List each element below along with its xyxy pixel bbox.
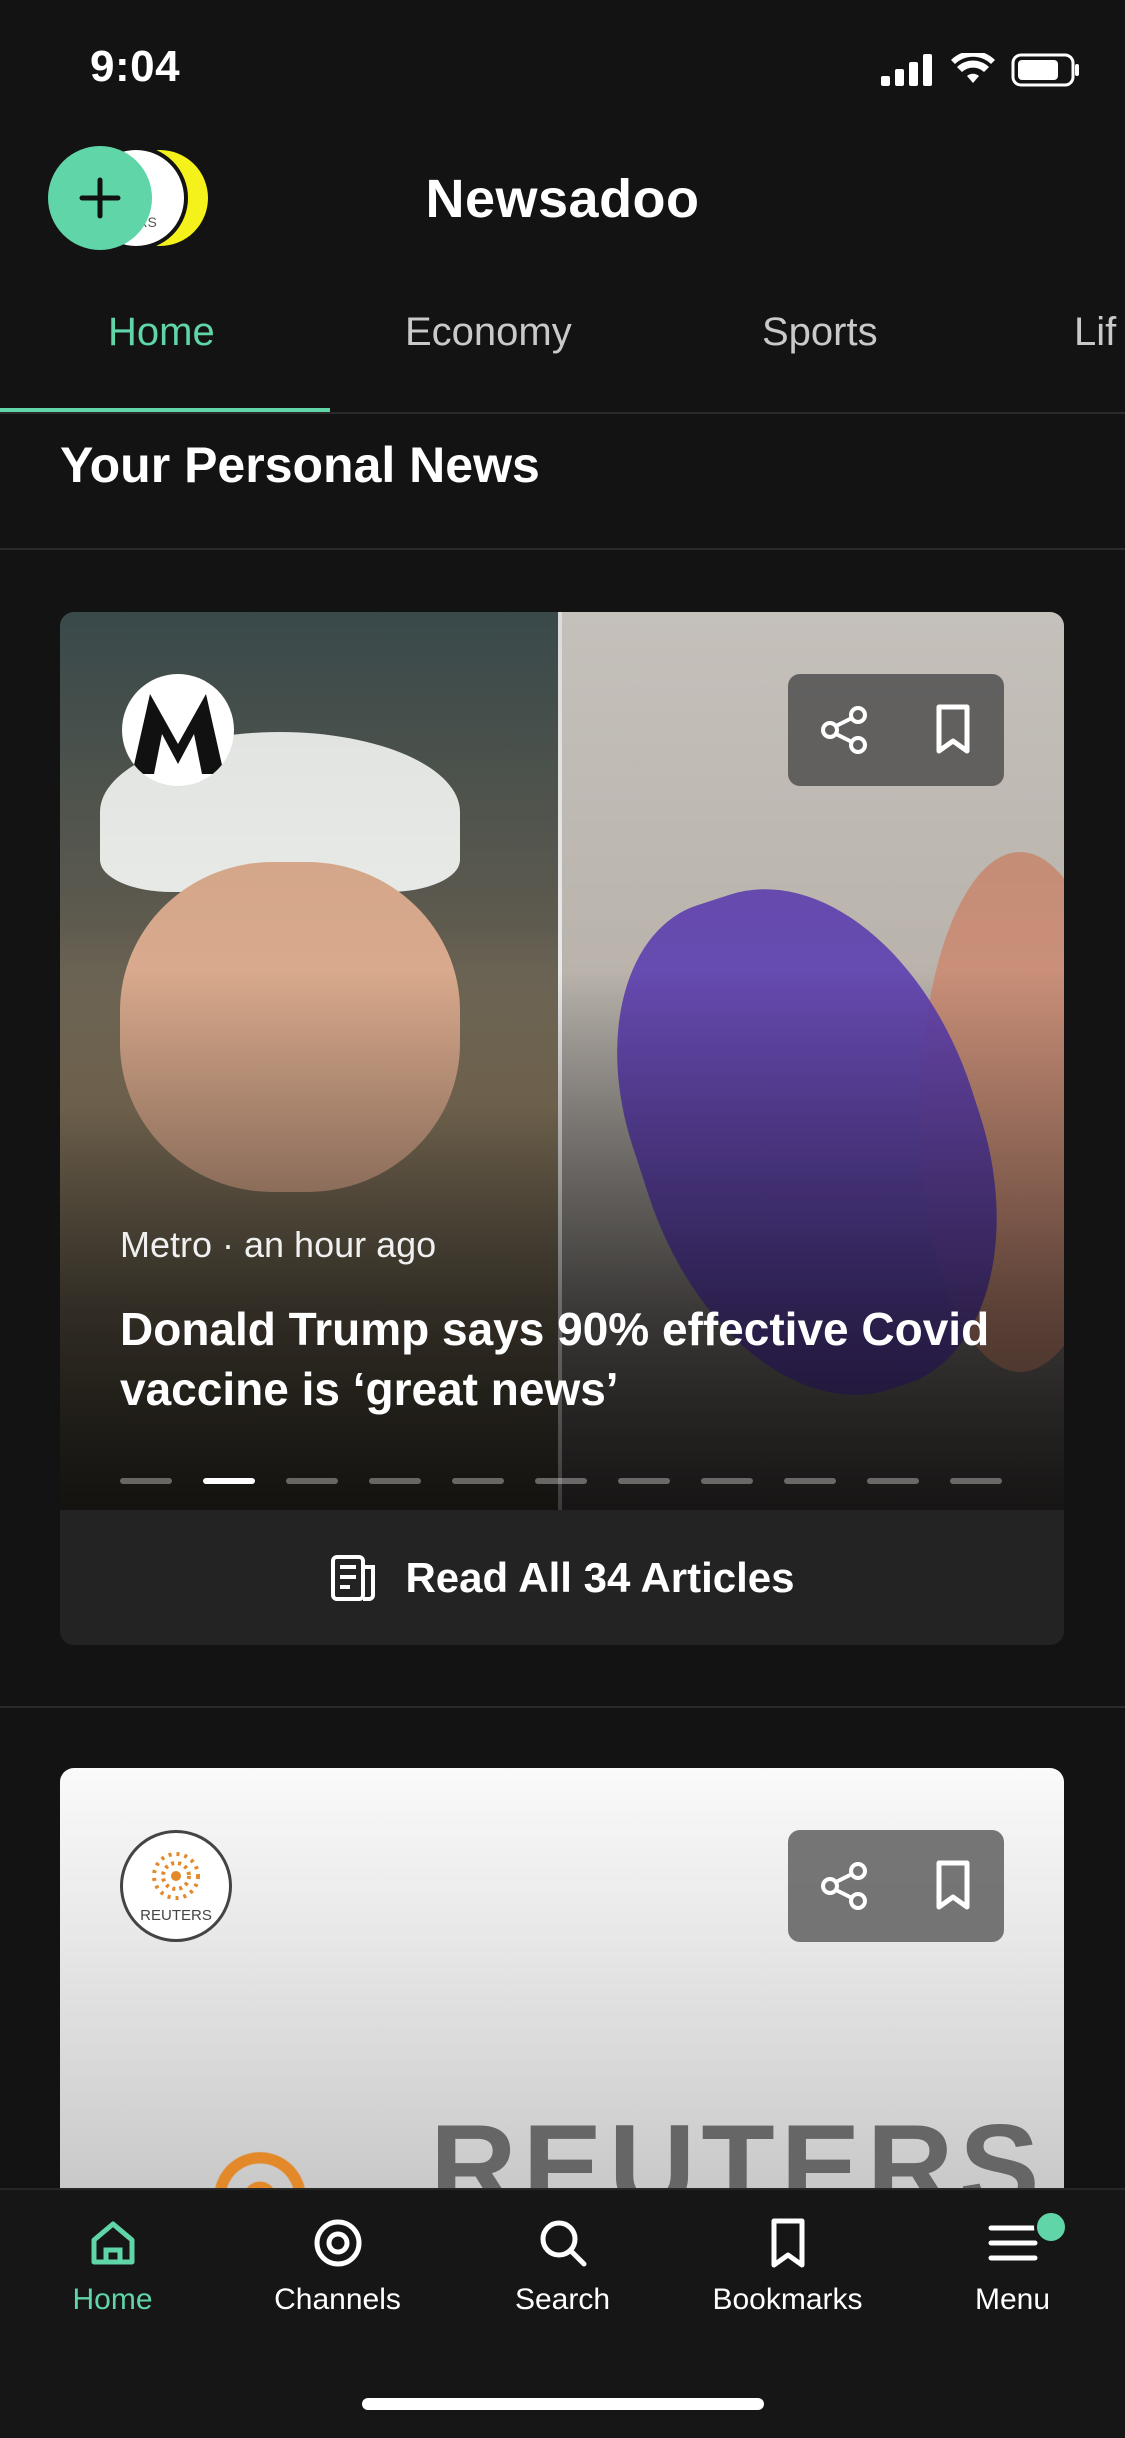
tab-economy[interactable]: Economy xyxy=(405,310,572,355)
nav-search[interactable]: Search xyxy=(450,2216,675,2317)
menu-icon xyxy=(988,2225,1037,2261)
carousel-dot-active[interactable] xyxy=(203,1478,255,1484)
read-all-label: Read All 34 Articles xyxy=(405,1553,795,1601)
carousel-dot[interactable] xyxy=(120,1478,172,1484)
carousel-dot[interactable] xyxy=(286,1478,338,1484)
card-divider xyxy=(0,1706,1125,1708)
signal-icon xyxy=(881,54,932,86)
article-headline[interactable]: Donald Trump says 90% effective Covid va… xyxy=(120,1300,1020,1420)
carousel-dot[interactable] xyxy=(701,1478,753,1484)
bookmark-icon[interactable] xyxy=(931,1859,975,1913)
carousel-dot[interactable] xyxy=(867,1478,919,1484)
search-icon xyxy=(540,2220,586,2267)
reuters-dots-icon xyxy=(152,1851,200,1900)
carousel-dot[interactable] xyxy=(618,1478,670,1484)
tab-home[interactable]: Home xyxy=(108,310,215,355)
nav-channels[interactable]: Channels xyxy=(225,2216,450,2317)
battery-icon xyxy=(1011,53,1079,87)
news-card[interactable]: REUTERS REUTERS xyxy=(60,1768,1064,2188)
card-actions xyxy=(788,674,1004,786)
metro-logo[interactable] xyxy=(122,674,234,786)
reuters-banner-text: REUTERS xyxy=(430,2100,1046,2188)
nav-home[interactable]: Home xyxy=(0,2216,225,2317)
channels-icon xyxy=(314,2219,361,2267)
home-indicator xyxy=(362,2398,764,2410)
tab-lifestyle[interactable]: Lif xyxy=(1074,310,1116,355)
carousel-dot[interactable] xyxy=(369,1478,421,1484)
nav-menu[interactable]: Menu xyxy=(900,2210,1125,2317)
status-time: 9:04 xyxy=(90,42,181,91)
nav-bookmarks[interactable]: Bookmarks xyxy=(675,2216,900,2317)
reuters-logo[interactable]: REUTERS xyxy=(120,1830,232,1942)
article-meta: Metro · an hour ago xyxy=(120,1224,437,1265)
status-icons xyxy=(881,50,1081,90)
bookmark-icon[interactable] xyxy=(931,703,975,757)
tab-sports[interactable]: Sports xyxy=(762,310,878,355)
share-icon[interactable] xyxy=(818,1859,872,1913)
bookmark-icon xyxy=(771,2218,804,2268)
carousel-dot[interactable] xyxy=(784,1478,836,1484)
reuters-banner-logo xyxy=(180,2118,340,2188)
section-title: Your Personal News xyxy=(60,437,540,493)
app-brand: Newsadoo xyxy=(425,169,700,229)
card-actions xyxy=(788,1830,1004,1942)
carousel-dots xyxy=(120,1478,1002,1484)
metro-m-icon xyxy=(132,694,224,774)
read-all-button[interactable]: Read All 34 Articles xyxy=(60,1510,1064,1645)
tabs-divider xyxy=(0,412,1125,414)
wifi-icon xyxy=(951,53,995,83)
notification-badge xyxy=(1034,2210,1068,2244)
home-icon xyxy=(91,2221,134,2265)
carousel-dot[interactable] xyxy=(950,1478,1002,1484)
reuters-logo-label: REUTERS xyxy=(140,1906,212,1924)
category-tabs: Home Economy Sports Lif xyxy=(0,300,1125,410)
articles-icon xyxy=(331,1554,376,1601)
share-icon[interactable] xyxy=(818,703,872,757)
news-card[interactable]: Metro · an hour ago Donald Trump says 90… xyxy=(60,612,1064,1645)
section-divider xyxy=(0,548,1125,550)
carousel-dot[interactable] xyxy=(452,1478,504,1484)
carousel-dot[interactable] xyxy=(535,1478,587,1484)
article-image[interactable]: Metro · an hour ago Donald Trump says 90… xyxy=(60,612,1064,1510)
